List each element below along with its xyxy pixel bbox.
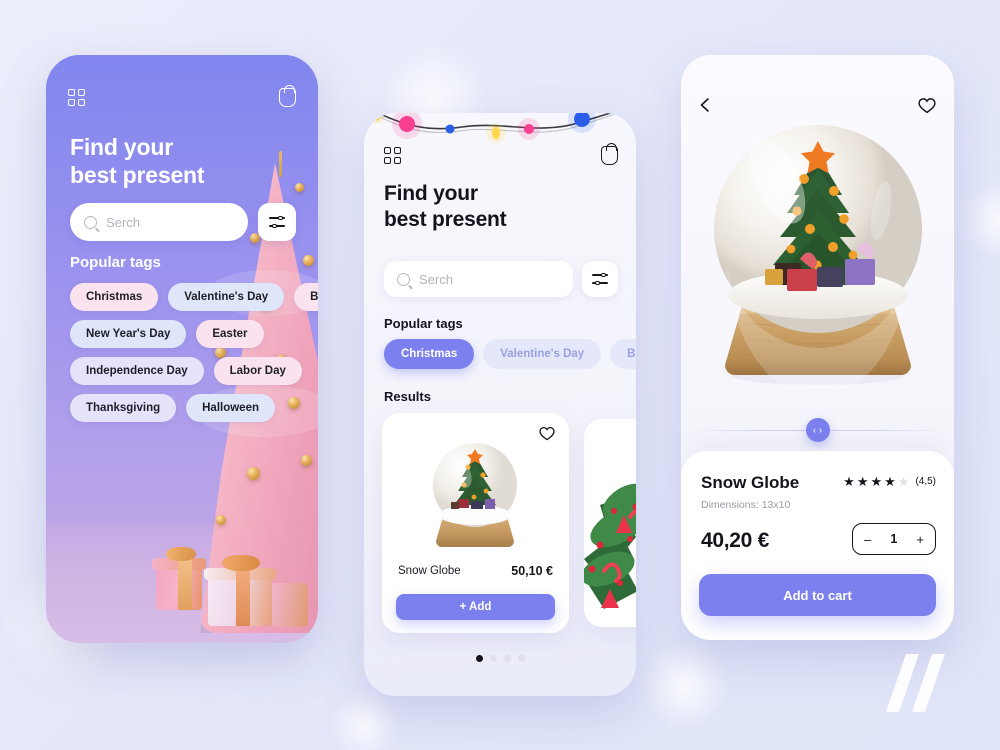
phone-screen-results: Find your best present Serch Popular tag… [364, 113, 636, 696]
tag-chip[interactable]: Labor Day [213, 357, 302, 385]
search-icon [84, 215, 97, 229]
quantity-value: 1 [890, 532, 898, 546]
page-title: Find your best present [70, 133, 205, 189]
tag-chip[interactable]: Birthday [610, 339, 636, 369]
sliders-icon [592, 272, 608, 285]
product-card[interactable] [584, 419, 636, 627]
tag-chip[interactable]: Valentine's Day [168, 283, 285, 311]
tag-chip[interactable]: Easter [196, 320, 264, 348]
tag-chip[interactable]: Valentine's Day [483, 339, 602, 369]
increment-button[interactable]: + [916, 532, 924, 547]
product-image-snow-globe [433, 443, 517, 547]
shopping-bag-icon[interactable] [601, 142, 618, 165]
add-to-cart-button[interactable]: Add to cart [699, 574, 936, 616]
search-icon [397, 272, 410, 286]
rating-value: (4,5) [915, 476, 936, 487]
tag-chip[interactable]: New Year's Day [70, 320, 187, 348]
shopping-bag-icon[interactable] [279, 84, 296, 107]
product-price: 40,20 € [701, 529, 769, 552]
results-label: Results [384, 389, 431, 404]
popular-tags-label: Popular tags [384, 316, 463, 331]
phone-screen-product-detail: ‹ › Snow Globe Dimensions: 13x10 ★ ★ ★ ★… [681, 55, 954, 640]
page-title-line1: Find your [384, 182, 478, 205]
pagination-dot[interactable] [503, 655, 511, 662]
star-icon: ★ [843, 474, 855, 489]
search-input[interactable]: Serch [384, 261, 573, 297]
background-glow [640, 640, 730, 730]
product-hero: ‹ › [681, 55, 954, 447]
product-info-panel: Snow Globe Dimensions: 13x10 ★ ★ ★ ★ ★ (… [681, 451, 954, 640]
tag-chip[interactable]: Birthday [294, 283, 318, 311]
grid-menu-icon[interactable] [384, 146, 401, 164]
tag-chip[interactable]: Halloween [186, 394, 276, 422]
tag-chip-selected[interactable]: Christmas [384, 339, 475, 369]
search-input[interactable]: Serch [70, 203, 248, 241]
search-placeholder: Serch [106, 214, 140, 230]
product-image-wreath [584, 483, 636, 609]
background-glow [960, 180, 1000, 260]
product-name: Snow Globe [398, 565, 461, 577]
page-title-line2: best present [70, 162, 205, 189]
pagination-dot-active[interactable] [475, 655, 483, 662]
image-carousel-button[interactable]: ‹ › [805, 418, 830, 442]
favorite-icon[interactable] [539, 426, 555, 446]
product-card[interactable]: Snow Globe 50,10 € + Add [382, 413, 569, 633]
page-title-line2: best present [384, 208, 507, 232]
pagination-dot[interactable] [489, 655, 497, 662]
page-title-line1: Find your [70, 134, 173, 160]
star-icon-empty: ★ [897, 474, 910, 489]
rating: ★ ★ ★ ★ ★ (4,5) [843, 475, 936, 488]
popular-tags-label: Popular tags [70, 254, 161, 271]
star-icon: ★ [870, 474, 883, 489]
tag-chip[interactable]: Thanksgiving [70, 394, 177, 422]
grid-menu-icon[interactable] [68, 88, 85, 106]
phone-screen-search: Find your best present Serch Popular tag… [46, 55, 318, 643]
sliders-icon [269, 215, 285, 228]
filter-button[interactable] [258, 203, 296, 241]
decrement-button[interactable]: – [864, 532, 871, 547]
product-price: 50,10 € [511, 564, 553, 578]
search-placeholder: Serch [419, 271, 453, 287]
background-glow [330, 690, 400, 750]
tag-chip[interactable]: Christmas [70, 283, 159, 311]
carousel-pagination[interactable] [364, 655, 636, 662]
star-icon: ★ [856, 474, 869, 489]
product-image-snow-globe-large [714, 125, 922, 389]
tag-list: Christmas Valentine's Day Birthday [384, 339, 636, 369]
star-icon: ★ [884, 474, 896, 489]
add-to-cart-button[interactable]: + Add [396, 594, 555, 620]
filter-button[interactable] [582, 261, 618, 297]
watermark-logo [886, 654, 960, 712]
tag-chip[interactable]: Independence Day [70, 357, 204, 385]
product-dimensions: Dimensions: 13x10 [701, 499, 791, 511]
quantity-stepper[interactable]: – 1 + [852, 523, 936, 555]
pagination-dot[interactable] [517, 655, 525, 662]
product-name: Snow Globe [701, 473, 800, 492]
page-title: Find your best present [384, 181, 507, 234]
tag-list: Christmas Valentine's Day Birthday New Y… [70, 283, 318, 422]
